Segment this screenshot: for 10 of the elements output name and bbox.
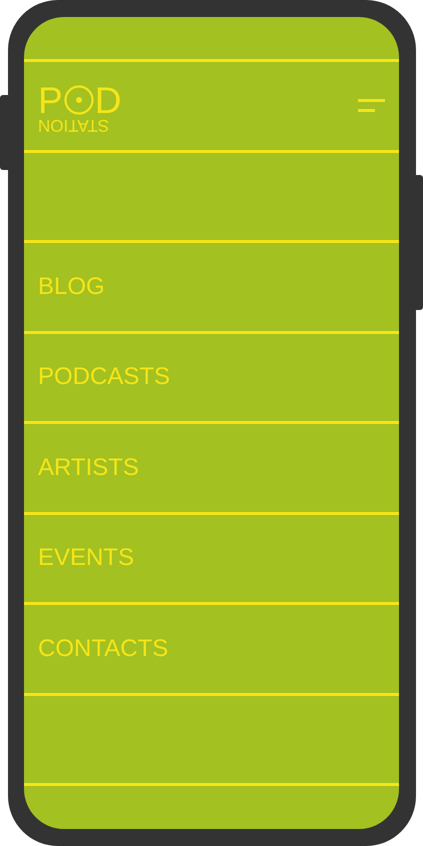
nav-link[interactable]: CONTACTS	[38, 634, 168, 663]
nav-link[interactable]: EVENTS	[38, 544, 134, 572]
vinyl-icon	[64, 85, 94, 116]
logo-letter: P	[38, 82, 63, 119]
logo-letter: D	[94, 82, 122, 119]
nav-link[interactable]: BLOG	[38, 272, 105, 301]
menu-icon	[358, 98, 385, 113]
logo-subtitle: STATION	[38, 116, 110, 134]
nav-link[interactable]: ARTISTS	[38, 454, 139, 482]
nav-link[interactable]: PODCASTS	[38, 363, 170, 392]
